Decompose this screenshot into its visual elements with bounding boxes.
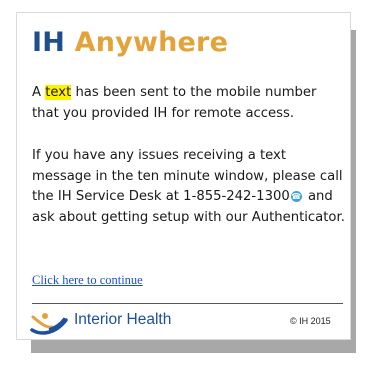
skype-call-icon[interactable]: ☎ bbox=[290, 191, 302, 202]
help-message: If you have any issues receiving a text … bbox=[32, 146, 347, 228]
interior-health-swoosh-icon bbox=[30, 313, 68, 335]
footer-divider bbox=[32, 303, 343, 304]
logo-anywhere: Anywhere bbox=[74, 27, 229, 58]
continue-link[interactable]: Click here to continue bbox=[32, 273, 143, 288]
interior-health-logo: Interior Health bbox=[30, 307, 220, 335]
copyright: © IH 2015 bbox=[290, 316, 331, 326]
footer-organization: Interior Health bbox=[74, 311, 172, 328]
sent-message-rest: has been sent to the mobile number that … bbox=[32, 85, 317, 121]
auth-card: IH Anywhere A text has been sent to the … bbox=[16, 12, 351, 340]
logo-ih: IH bbox=[32, 27, 66, 58]
sent-message-start: A bbox=[32, 85, 46, 100]
sent-message: A text has been sent to the mobile numbe… bbox=[32, 83, 347, 124]
ih-anywhere-logo: IH Anywhere bbox=[32, 27, 228, 59]
highlighted-word: text bbox=[45, 85, 72, 100]
